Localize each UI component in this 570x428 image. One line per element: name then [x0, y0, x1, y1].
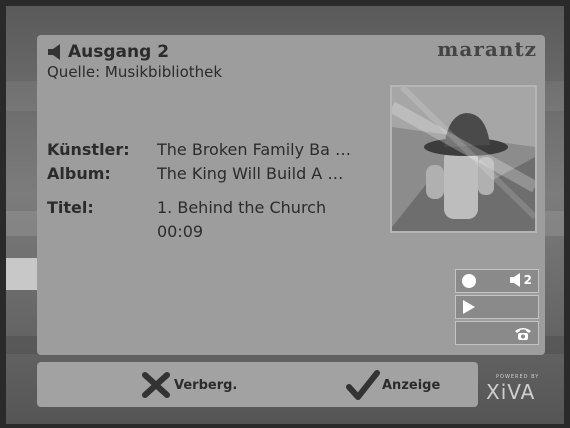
xiva-logo: POWERED BY XiVA: [486, 374, 539, 404]
volume-zone: 2: [523, 273, 532, 287]
checkmark-icon: [346, 370, 380, 400]
show-button[interactable]: Anzeige: [346, 370, 441, 400]
telephone-icon[interactable]: [514, 326, 532, 341]
brand-logo: marantz: [437, 37, 537, 61]
elapsed-time: 00:09: [157, 222, 204, 241]
title-label: Titel:: [47, 198, 94, 217]
speaker-icon: [509, 273, 520, 287]
volume-indicator[interactable]: 2: [509, 273, 532, 287]
show-label: Anzeige: [382, 377, 441, 393]
phone-row[interactable]: [455, 321, 539, 345]
transport-controls: 2: [455, 269, 539, 348]
bottom-bar: Verberg. Anzeige: [37, 362, 478, 407]
hide-button[interactable]: Verberg.: [141, 371, 237, 399]
now-playing-panel: Ausgang 2 Quelle: Musikbibliothek marant…: [37, 35, 545, 355]
record-icon[interactable]: [462, 274, 476, 288]
play-icon[interactable]: [463, 300, 475, 314]
play-row[interactable]: [455, 295, 539, 319]
hide-label: Verberg.: [174, 377, 238, 393]
panel-header: Ausgang 2 Quelle: Musikbibliothek: [47, 41, 222, 81]
record-volume-row: 2: [455, 269, 539, 293]
title-value: 1. Behind the Church: [157, 198, 327, 217]
source-label: Quelle: Musikbibliothek: [47, 63, 223, 81]
close-icon: [142, 372, 170, 398]
album-label: Album:: [47, 164, 111, 183]
artist-label: Künstler:: [47, 140, 130, 159]
album-value: The King Will Build A …: [157, 164, 344, 183]
speaker-icon: [48, 44, 60, 60]
output-row: Ausgang 2: [47, 41, 222, 63]
output-title: Ausgang 2: [68, 42, 170, 62]
xiva-wordmark: XiVA: [486, 380, 536, 404]
album-art: [389, 84, 538, 233]
album-art-image: [389, 84, 538, 231]
artist-value: The Broken Family Ba …: [157, 140, 352, 159]
